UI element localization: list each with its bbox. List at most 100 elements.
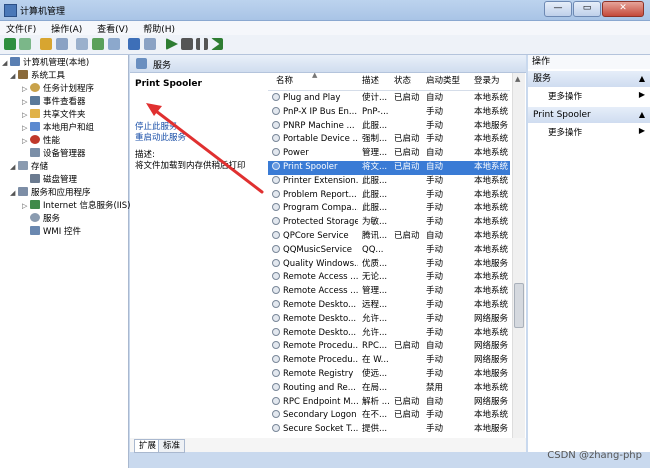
tree-item-event-viewer[interactable]: ▷ 事件查看器	[22, 96, 86, 109]
table-row[interactable]: Secure Socket T... 提供... 手动 本地服务	[268, 423, 510, 437]
tree-item-shared-folders[interactable]: ▷ 共享文件夹	[22, 109, 86, 122]
expander-icon[interactable]: ▷	[22, 109, 30, 122]
tree-item-disk-management[interactable]: 磁盘管理	[22, 174, 77, 187]
restart-service-icon[interactable]	[211, 38, 223, 50]
service-startup-type: 手动	[426, 244, 444, 255]
table-row[interactable]: Quality Windows... 优质... 手动 本地服务	[268, 258, 510, 272]
expander-icon[interactable]: ◢	[2, 57, 10, 70]
table-row[interactable]: QQMusicService QQ... 手动 本地系统	[268, 244, 510, 258]
scrollbar-thumb[interactable]	[514, 283, 524, 328]
table-row[interactable]: Program Compa... 此服... 手动 本地系统	[268, 202, 510, 216]
menu-view[interactable]: 查看(V)	[91, 21, 134, 36]
tree-item-computer-management[interactable]: ◢ 计算机管理(本地)	[2, 57, 89, 70]
column-header-status[interactable]: 状态	[394, 73, 411, 90]
column-header-startup-type[interactable]: 启动类型	[426, 73, 460, 90]
table-row[interactable]: Remote Access ... 管理... 手动 本地系统	[268, 285, 510, 299]
service-startup-type: 手动	[426, 327, 444, 338]
forward-icon[interactable]	[19, 38, 31, 50]
service-logon-as: 本地系统	[474, 148, 509, 159]
table-row[interactable]: Routing and Re... 在局... 禁用 本地系统	[268, 382, 510, 396]
table-row[interactable]: Protected Storage 为敏... 手动 本地系统	[268, 216, 510, 230]
column-header-log-on-as[interactable]: 登录为	[474, 73, 500, 90]
table-row[interactable]: PNRP Machine ... 此服... 手动 本地服务	[268, 120, 510, 134]
back-icon[interactable]	[4, 38, 16, 50]
expander-icon[interactable]: ◢	[10, 161, 18, 174]
expander-icon[interactable]: ▷	[22, 96, 30, 109]
table-row[interactable]: Plug and Play 使计... 已启动 自动 本地系统	[268, 92, 510, 106]
more-actions-link[interactable]: 更多操作	[548, 90, 582, 102]
tab-extended[interactable]: 扩展	[134, 439, 162, 453]
tree-item-performance[interactable]: ▷ 性能	[22, 135, 60, 148]
collapse-arrow-icon[interactable]: ▲	[639, 107, 645, 123]
table-row[interactable]: Problem Report... 此服... 手动 本地系统	[268, 189, 510, 203]
menu-file[interactable]: 文件(F)	[0, 21, 42, 36]
menu-action[interactable]: 操作(A)	[45, 21, 88, 36]
tree-item-iis[interactable]: ▷ Internet 信息服务(IIS)管	[22, 200, 139, 213]
properties-icon[interactable]	[76, 38, 88, 50]
table-row[interactable]: Remote Procedu... 在 W... 手动 网络服务	[268, 354, 510, 368]
service-gear-icon	[272, 148, 280, 157]
pause-service-icon[interactable]	[196, 38, 208, 50]
table-row[interactable]: Remote Registry 使远... 手动 本地服务	[268, 368, 510, 382]
service-status: 已启动	[394, 93, 420, 103]
table-row[interactable]: Remote Deskto... 远程... 手动 本地系统	[268, 299, 510, 313]
table-row[interactable]: Remote Deskto... 允许... 手动 网络服务	[268, 313, 510, 327]
view-icon[interactable]	[144, 38, 156, 50]
column-header-description[interactable]: 描述	[362, 73, 379, 90]
table-row[interactable]: Print Spooler 将文... 已启动 自动 本地系统	[268, 161, 510, 175]
service-name: Remote Deskto...	[272, 299, 358, 313]
table-row[interactable]: Remote Deskto... 允许... 手动 本地系统	[268, 327, 510, 341]
tree-item-system-tools[interactable]: ◢ 系统工具	[10, 70, 65, 83]
expander-icon[interactable]: ▷	[22, 122, 30, 135]
close-button[interactable]: ✕	[602, 1, 644, 17]
tree-item-storage[interactable]: ◢ 存储	[10, 161, 48, 174]
service-description: 使计...	[362, 93, 388, 103]
service-startup-type: 手动	[426, 355, 444, 366]
tree-item-device-manager[interactable]: 设备管理器	[22, 148, 86, 161]
expander-icon[interactable]: ▷	[22, 83, 30, 96]
restart-service-link[interactable]: 重启动此服务	[135, 131, 186, 143]
maximize-button[interactable]: ▭	[573, 1, 601, 17]
sort-ascending-icon: ▲	[312, 73, 318, 79]
actions-section-print-spooler[interactable]: Print Spooler ▲	[528, 107, 650, 123]
service-name: QPCore Service	[272, 230, 358, 244]
table-row[interactable]: RPC Endpoint M... 解析 ... 已启动 自动 网络服务	[268, 396, 510, 410]
table-row[interactable]: Secondary Logon 在不... 已启动 手动 本地系统	[268, 409, 510, 423]
table-row[interactable]: Remote Access ... 无论... 手动 本地系统	[268, 271, 510, 285]
export-list-icon[interactable]	[108, 38, 120, 50]
table-row[interactable]: Printer Extension... 此服... 手动 本地系统	[268, 175, 510, 189]
tree-item-services[interactable]: 服务	[22, 213, 60, 226]
expander-icon[interactable]: ▷	[22, 135, 30, 148]
service-description: 允许...	[362, 327, 388, 338]
table-row[interactable]: QPCore Service 腾讯... 已启动 自动 本地系统	[268, 230, 510, 244]
service-description: 为敏...	[362, 217, 388, 228]
expander-icon[interactable]: ◢	[10, 187, 18, 200]
expander-icon[interactable]: ▷	[22, 200, 30, 213]
show-hide-tree-icon[interactable]	[56, 38, 68, 50]
up-folder-icon[interactable]	[40, 38, 52, 50]
table-row[interactable]: Portable Device ... 强制... 已启动 手动 本地系统	[268, 133, 510, 147]
expander-icon[interactable]: ◢	[10, 70, 18, 83]
menu-help[interactable]: 帮助(H)	[137, 21, 181, 36]
table-row[interactable]: PnP-X IP Bus En... PnP-... 手动 本地系统	[268, 106, 510, 120]
start-service-icon[interactable]	[166, 38, 178, 50]
actions-section-services[interactable]: 服务 ▲	[528, 71, 650, 87]
help-icon[interactable]	[128, 38, 140, 50]
refresh-icon[interactable]	[92, 38, 104, 50]
minimize-button[interactable]: —	[544, 1, 572, 17]
scroll-up-icon[interactable]: ▲	[515, 75, 520, 83]
stop-service-icon[interactable]	[181, 38, 193, 50]
tree-item-local-users-groups[interactable]: ▷ 本地用户和组	[22, 122, 94, 135]
tree-item-wmi-control[interactable]: WMI 控件	[22, 226, 81, 239]
tree-item-task-scheduler[interactable]: ▷ 任务计划程序	[22, 83, 94, 96]
service-logon-as: 本地系统	[474, 327, 509, 338]
column-header-name[interactable]: 名称	[276, 73, 293, 90]
tab-standard[interactable]: 标准	[158, 439, 186, 453]
table-row[interactable]: Power 管理... 已启动 自动 本地系统	[268, 147, 510, 161]
collapse-arrow-icon[interactable]: ▲	[639, 71, 645, 87]
vertical-scrollbar[interactable]: ▲ ▼	[512, 73, 525, 451]
table-row[interactable]: Remote Procedu... RPC... 已启动 自动 网络服务	[268, 340, 510, 354]
service-startup-type: 自动	[426, 341, 444, 352]
more-actions-link[interactable]: 更多操作	[548, 126, 582, 138]
tree-item-services-applications[interactable]: ◢ 服务和应用程序	[10, 187, 91, 200]
